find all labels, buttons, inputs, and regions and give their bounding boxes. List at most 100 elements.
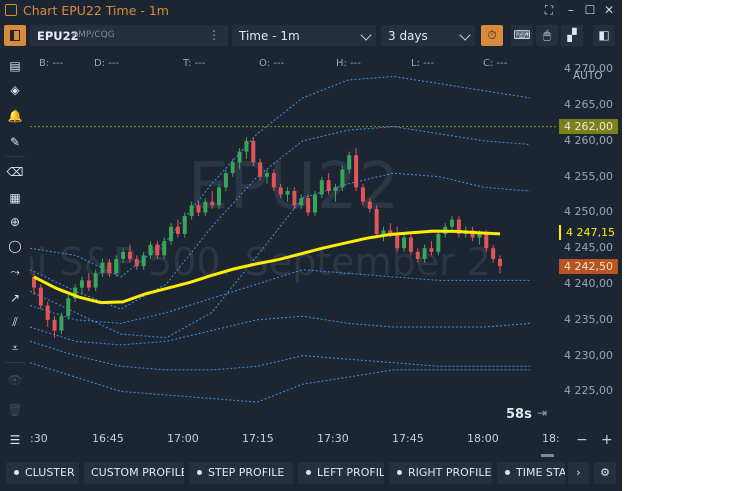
candle-body: [429, 248, 434, 252]
band-line-4: [30, 315, 531, 346]
candle-body: [141, 255, 146, 267]
price-tick-label: 4 265,00: [564, 98, 613, 112]
candle-body: [306, 198, 311, 213]
tab-custom-profile[interactable]: CUSTOM PROFILE: [84, 462, 184, 484]
symbol-selector[interactable]: EPU22 AMP/CQG ⋮: [30, 25, 228, 46]
candle-body: [271, 173, 276, 188]
divider: [5, 156, 25, 157]
time-tick-label: 18:00: [467, 432, 499, 445]
indicators-icon[interactable]: ▤: [5, 56, 25, 76]
timeframe-dropdown[interactable]: Time - 1m: [232, 25, 376, 46]
time-tick-label: 17:00: [167, 432, 199, 445]
replay-button[interactable]: ⏱: [481, 25, 503, 46]
band-line-1: [30, 126, 531, 310]
candle-body: [148, 244, 153, 256]
period-dropdown[interactable]: 3 days: [381, 25, 475, 46]
candle-body: [175, 226, 180, 234]
timeframe-value: Time - 1m: [239, 29, 300, 43]
price-axis[interactable]: AUTO 4 270,00 4 265,00 4 260,00 4 255,00 4 2…: [557, 50, 622, 425]
price-chart[interactable]: EPU22 ini S&P 500. September 2 B: --- D:…: [30, 50, 557, 425]
price-tick-label: 4 225,00: [564, 384, 613, 398]
maximize-icon[interactable]: ☐: [583, 3, 597, 17]
zoom-out-icon[interactable]: −: [576, 432, 588, 448]
price-tick-label: 4 270,00: [564, 62, 613, 76]
title-bar[interactable]: Chart EPU22 Time - 1m ⛶ – ☐ ✕: [0, 0, 622, 21]
list-icon[interactable]: ☰: [5, 430, 25, 450]
chevron-down-icon: [459, 29, 471, 41]
magnet-icon[interactable]: ◯: [5, 236, 25, 256]
candle-body: [134, 258, 139, 267]
zoom-in-icon[interactable]: +: [601, 432, 613, 448]
trend-tools-icon[interactable]: ⤳: [5, 262, 25, 282]
keyboard-icon[interactable]: ⌨: [511, 25, 533, 46]
band-line-3: [30, 269, 530, 324]
candle-body: [127, 251, 132, 259]
candle-body: [237, 151, 242, 163]
candle-body: [450, 219, 455, 227]
eraser-icon[interactable]: ⌫: [5, 162, 25, 182]
tab-left-profile[interactable]: LEFT PROFILE: [298, 462, 384, 484]
mouse-icon[interactable]: 🖱: [536, 25, 558, 46]
tab-right-profile[interactable]: RIGHT PROFILE: [389, 462, 492, 484]
scroll-to-end-icon[interactable]: ⇥: [537, 406, 547, 420]
ray-icon[interactable]: ↗: [5, 288, 25, 308]
more-tools-icon[interactable]: ⩡: [5, 338, 25, 358]
close-icon[interactable]: ✕: [602, 3, 616, 17]
tab-cluster[interactable]: CLUSTER: [6, 462, 79, 484]
tab-label: RIGHT PROFILE: [408, 466, 492, 479]
band-line-2: [30, 75, 531, 278]
window-title: Chart EPU22 Time - 1m: [23, 3, 169, 18]
candle-body: [203, 201, 208, 213]
price-tick-label: 4 260,00: [564, 133, 613, 147]
tab-label: CUSTOM PROFILE: [91, 466, 184, 479]
crosshair-icon[interactable]: ⊕: [5, 212, 25, 232]
candle-body: [93, 273, 98, 288]
pencil-icon[interactable]: ✎: [5, 132, 25, 152]
restore-icon[interactable]: ⛶: [542, 3, 556, 17]
candle-body: [436, 233, 441, 252]
chart-toolbar: EPU22 AMP/CQG ⋮ Time - 1m 3 days ⏱ ⌨ 🖱 ▞…: [0, 22, 622, 48]
tab-label: LEFT PROFILE: [317, 466, 384, 479]
tab-time-statistics[interactable]: TIME STATISTICS: [497, 462, 565, 484]
candle-body: [38, 287, 43, 306]
tab-dot-icon: [197, 470, 202, 475]
candle-body: [182, 216, 187, 234]
layers-icon[interactable]: ◈: [5, 80, 25, 100]
candle-body: [278, 187, 283, 195]
minimize-icon[interactable]: –: [564, 3, 578, 17]
candle-body: [100, 262, 105, 274]
horizontal-scrollbar[interactable]: [541, 454, 554, 457]
tab-dot-icon: [397, 470, 402, 475]
candle-body: [189, 205, 194, 217]
price-tick-label: 4 255,00: [564, 169, 613, 183]
chevron-down-icon: [360, 29, 372, 41]
period-value: 3 days: [388, 29, 428, 43]
panel-toggle-button[interactable]: [4, 25, 26, 46]
parallel-lines-icon[interactable]: ⫽: [5, 312, 25, 332]
candle-body: [340, 169, 345, 188]
candle-body: [121, 251, 126, 259]
candle-body: [285, 190, 290, 195]
plot-canvas: [30, 75, 557, 403]
candle-body: [114, 258, 119, 274]
more-vertical-icon[interactable]: ⋮: [208, 28, 220, 42]
candle-body: [422, 248, 427, 259]
tab-step-profile[interactable]: STEP PROFILE: [189, 462, 293, 484]
band-line-6: [30, 362, 530, 403]
candle-body: [402, 237, 407, 249]
gear-icon[interactable]: ⚙: [594, 462, 616, 484]
chart-window: Chart EPU22 Time - 1m ⛶ – ☐ ✕ EPU22 AMP/…: [0, 0, 622, 491]
trading-panel-icon[interactable]: ▞: [561, 25, 583, 46]
time-axis[interactable]: :30 16:45 17:00 17:15 17:30 17:45 18:00 18:: [30, 428, 560, 448]
symbol-feed: AMP/CQG: [72, 30, 115, 40]
tabs-scroll-right-icon[interactable]: ›: [568, 462, 589, 484]
bell-icon[interactable]: 🔔: [5, 106, 25, 126]
price-tick-label: 4 230,00: [564, 348, 613, 362]
candle-body: [498, 258, 502, 267]
tab-dot-icon: [306, 470, 311, 475]
candle-body: [79, 280, 84, 288]
candle-body: [244, 140, 249, 152]
candle-body: [169, 226, 174, 242]
sidebar-toggle-icon[interactable]: ◧: [593, 25, 615, 46]
template-icon[interactable]: ▦: [5, 188, 25, 208]
